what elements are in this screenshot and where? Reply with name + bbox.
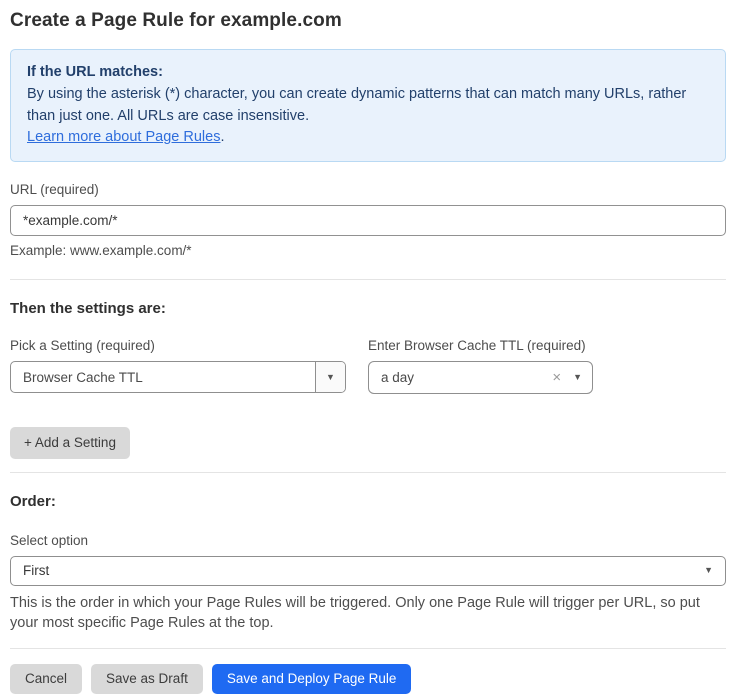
order-help-text: This is the order in which your Page Rul… <box>10 593 726 634</box>
chevron-down-icon[interactable]: ▼ <box>315 362 345 392</box>
info-box-heading: If the URL matches: <box>27 62 709 84</box>
info-box-body: By using the asterisk (*) character, you… <box>27 84 709 128</box>
save-and-deploy-button[interactable]: Save and Deploy Page Rule <box>212 664 412 694</box>
link-suffix: . <box>220 129 224 145</box>
setting-select[interactable]: Browser Cache TTL ▼ <box>10 361 346 393</box>
cancel-button[interactable]: Cancel <box>10 664 82 694</box>
settings-row: Pick a Setting (required) Browser Cache … <box>10 338 726 394</box>
order-select[interactable]: First ▼ <box>10 556 726 586</box>
add-setting-button[interactable]: + Add a Setting <box>10 427 130 459</box>
setting-picker-column: Pick a Setting (required) Browser Cache … <box>10 338 346 394</box>
setting-select-value: Browser Cache TTL <box>11 362 315 392</box>
url-field-label: URL (required) <box>10 182 726 197</box>
url-input[interactable] <box>10 205 726 236</box>
clear-icon[interactable]: × <box>552 370 561 385</box>
setting-picker-label: Pick a Setting (required) <box>10 338 346 353</box>
section-divider <box>10 472 726 473</box>
footer-actions: Cancel Save as Draft Save and Deploy Pag… <box>10 664 726 694</box>
ttl-select-value: a day <box>381 370 552 385</box>
caret-glyph: ▼ <box>326 373 335 382</box>
settings-section-heading: Then the settings are: <box>10 300 726 317</box>
order-section-heading: Order: <box>10 493 726 510</box>
ttl-select[interactable]: a day × ▼ <box>368 361 593 394</box>
ttl-picker-column: Enter Browser Cache TTL (required) a day… <box>368 338 593 394</box>
chevron-down-icon: ▼ <box>573 373 582 382</box>
order-select-value: First <box>23 563 704 578</box>
url-example-hint: Example: www.example.com/* <box>10 243 726 258</box>
save-as-draft-button[interactable]: Save as Draft <box>91 664 203 694</box>
learn-more-link[interactable]: Learn more about Page Rules <box>27 129 220 145</box>
chevron-down-icon: ▼ <box>704 566 713 575</box>
section-divider <box>10 279 726 280</box>
ttl-picker-label: Enter Browser Cache TTL (required) <box>368 338 593 353</box>
footer-divider <box>10 648 726 649</box>
order-select-label: Select option <box>10 533 726 548</box>
info-box-link-line: Learn more about Page Rules. <box>27 127 709 149</box>
page-title: Create a Page Rule for example.com <box>10 10 726 32</box>
url-match-info-box: If the URL matches: By using the asteris… <box>10 49 726 162</box>
